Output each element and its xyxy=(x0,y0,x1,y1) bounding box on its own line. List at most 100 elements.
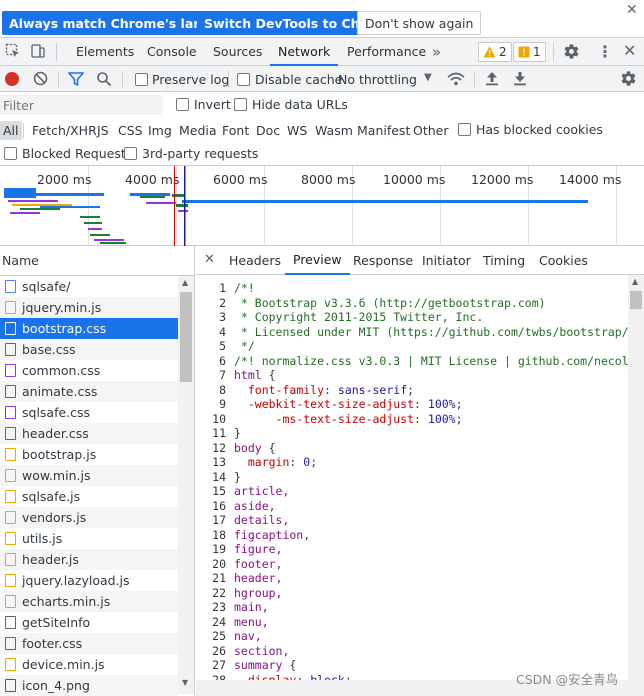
filter-row: Invert Hide data URLs xyxy=(0,92,644,118)
code-line: 6 /*! normalize.css v3.0.3 | MIT License … xyxy=(196,354,628,369)
type-filter-js[interactable]: JS xyxy=(94,121,112,140)
request-list-scrollbar[interactable]: ▲ ▼ xyxy=(178,276,194,694)
type-filter-css[interactable]: CSS xyxy=(115,121,146,140)
request-row[interactable]: utils.js xyxy=(0,528,178,549)
tab-sources[interactable]: Sources xyxy=(213,38,262,65)
request-name: base.css xyxy=(22,342,76,357)
preserve-log-checkbox[interactable] xyxy=(135,73,148,86)
request-row[interactable]: jquery.min.js xyxy=(0,297,178,318)
request-row[interactable]: echarts.min.js xyxy=(0,591,178,612)
detail-tab-response[interactable]: Response xyxy=(353,246,413,274)
request-row[interactable]: footer.css xyxy=(0,633,178,654)
record-icon[interactable] xyxy=(5,72,19,86)
network-conditions-wifi-icon[interactable] xyxy=(447,71,465,90)
dont-show-again-button[interactable]: Don't show again xyxy=(357,11,482,35)
scroll-up-icon[interactable]: ▲ xyxy=(182,278,188,287)
blocked-requests-checkbox[interactable] xyxy=(4,147,17,160)
request-name: echarts.min.js xyxy=(22,594,111,609)
detail-tab-initiator[interactable]: Initiator xyxy=(422,246,471,274)
search-icon[interactable] xyxy=(96,71,112,90)
network-settings-gear-icon[interactable] xyxy=(620,70,637,90)
request-row[interactable]: bootstrap.css xyxy=(0,318,178,339)
request-row[interactable]: jquery.lazyload.js xyxy=(0,570,178,591)
request-row[interactable]: animate.css xyxy=(0,381,178,402)
inspect-element-icon[interactable] xyxy=(5,43,21,62)
name-column-header[interactable]: Name xyxy=(0,246,194,276)
invert-checkbox[interactable] xyxy=(176,98,189,111)
settings-gear-icon[interactable] xyxy=(563,43,580,63)
tab-console[interactable]: Console xyxy=(147,38,197,65)
code-line: 16 aside, xyxy=(196,499,275,514)
warnings-badge[interactable]: 2 xyxy=(478,42,512,62)
request-row[interactable]: base.css xyxy=(0,339,178,360)
css-file-icon xyxy=(5,322,16,335)
code-text: nav, xyxy=(234,629,262,643)
type-filter-manifest[interactable]: Manifest xyxy=(354,121,413,140)
preview-vertical-scrollbar[interactable]: ▲ xyxy=(628,275,644,680)
scroll-up-icon[interactable]: ▲ xyxy=(632,277,638,286)
request-row[interactable]: wow.min.js xyxy=(0,465,178,486)
type-filter-all[interactable]: All xyxy=(0,121,22,140)
scroll-down-icon[interactable]: ▼ xyxy=(182,678,188,687)
code-line: 24 menu, xyxy=(196,615,268,630)
more-tabs-icon[interactable]: » xyxy=(432,38,441,65)
import-har-icon[interactable] xyxy=(485,71,499,89)
network-overview-timeline[interactable]: 2000 ms 4000 ms 6000 ms 8000 ms 10000 ms… xyxy=(0,166,644,246)
hide-data-urls-checkbox[interactable] xyxy=(234,98,247,111)
detail-tab-timing[interactable]: Timing xyxy=(483,246,525,274)
request-row[interactable]: header.js xyxy=(0,549,178,570)
type-filter-font[interactable]: Font xyxy=(219,121,252,140)
export-har-icon[interactable] xyxy=(513,71,527,89)
request-row[interactable]: sqlsafe.js xyxy=(0,486,178,507)
request-name: vendors.js xyxy=(22,510,87,525)
detail-tab-preview[interactable]: Preview xyxy=(285,246,350,275)
device-toolbar-icon[interactable] xyxy=(30,43,46,62)
has-blocked-cookies-checkbox[interactable] xyxy=(458,123,471,136)
blocked-requests-label: Blocked Requests xyxy=(22,146,133,161)
code-text: article, xyxy=(234,484,290,498)
request-row[interactable]: header.css xyxy=(0,423,178,444)
detail-tab-headers[interactable]: Headers xyxy=(229,246,281,274)
code-text: font-family: sans-serif; xyxy=(247,382,415,397)
throttling-dropdown-icon[interactable]: ▼ xyxy=(424,72,432,83)
close-detail-icon[interactable]: ✕ xyxy=(204,252,215,267)
request-row[interactable]: getSiteInfo xyxy=(0,612,178,633)
more-options-icon[interactable]: ⋮ xyxy=(597,42,613,61)
tab-network[interactable]: Network xyxy=(270,38,339,66)
issues-badge[interactable]: 1 xyxy=(513,42,546,62)
type-filter-img[interactable]: Img xyxy=(145,121,175,140)
disable-cache-checkbox[interactable] xyxy=(237,73,250,86)
request-row[interactable]: icon_4.png xyxy=(0,675,178,696)
close-infobar-icon[interactable]: ✕ xyxy=(626,2,638,18)
request-row[interactable]: sqlsafe.css xyxy=(0,402,178,423)
type-filter-doc[interactable]: Doc xyxy=(253,121,283,140)
clear-icon[interactable] xyxy=(33,71,48,89)
tab-elements[interactable]: Elements xyxy=(76,38,134,65)
request-name: getSiteInfo xyxy=(22,615,91,630)
type-filter-other[interactable]: Other xyxy=(410,121,452,140)
request-row[interactable]: sqlsafe/ xyxy=(0,276,178,297)
code-line: 9 -webkit-text-size-adjust: 100%; xyxy=(196,397,462,412)
type-filter-wasm[interactable]: Wasm xyxy=(312,121,356,140)
throttling-select[interactable]: No throttling xyxy=(338,72,417,87)
filter-input[interactable] xyxy=(0,95,163,115)
close-devtools-icon[interactable]: ✕ xyxy=(623,41,636,60)
type-filter-fetch-xhr[interactable]: Fetch/XHR xyxy=(29,121,100,140)
detail-tab-cookies[interactable]: Cookies xyxy=(539,246,588,274)
type-filter-ws[interactable]: WS xyxy=(284,121,310,140)
request-row[interactable]: bootstrap.js xyxy=(0,444,178,465)
tab-performance[interactable]: Performance xyxy=(347,38,426,65)
third-party-requests-checkbox[interactable] xyxy=(124,147,137,160)
request-row[interactable]: common.css xyxy=(0,360,178,381)
request-name: footer.css xyxy=(22,636,83,651)
type-filter-media[interactable]: Media xyxy=(176,121,220,140)
request-name: common.css xyxy=(22,363,101,378)
code-text: summary { xyxy=(234,658,297,672)
request-list-scroll-thumb[interactable] xyxy=(180,292,192,382)
request-row[interactable]: vendors.js xyxy=(0,507,178,528)
request-row[interactable]: device.min.js xyxy=(0,654,178,675)
filter-funnel-icon[interactable] xyxy=(67,71,85,90)
request-name: device.min.js xyxy=(22,657,105,672)
blocked-requests-row: Blocked Requests 3rd-party requests xyxy=(0,142,644,166)
preview-scroll-thumb[interactable] xyxy=(630,291,642,309)
